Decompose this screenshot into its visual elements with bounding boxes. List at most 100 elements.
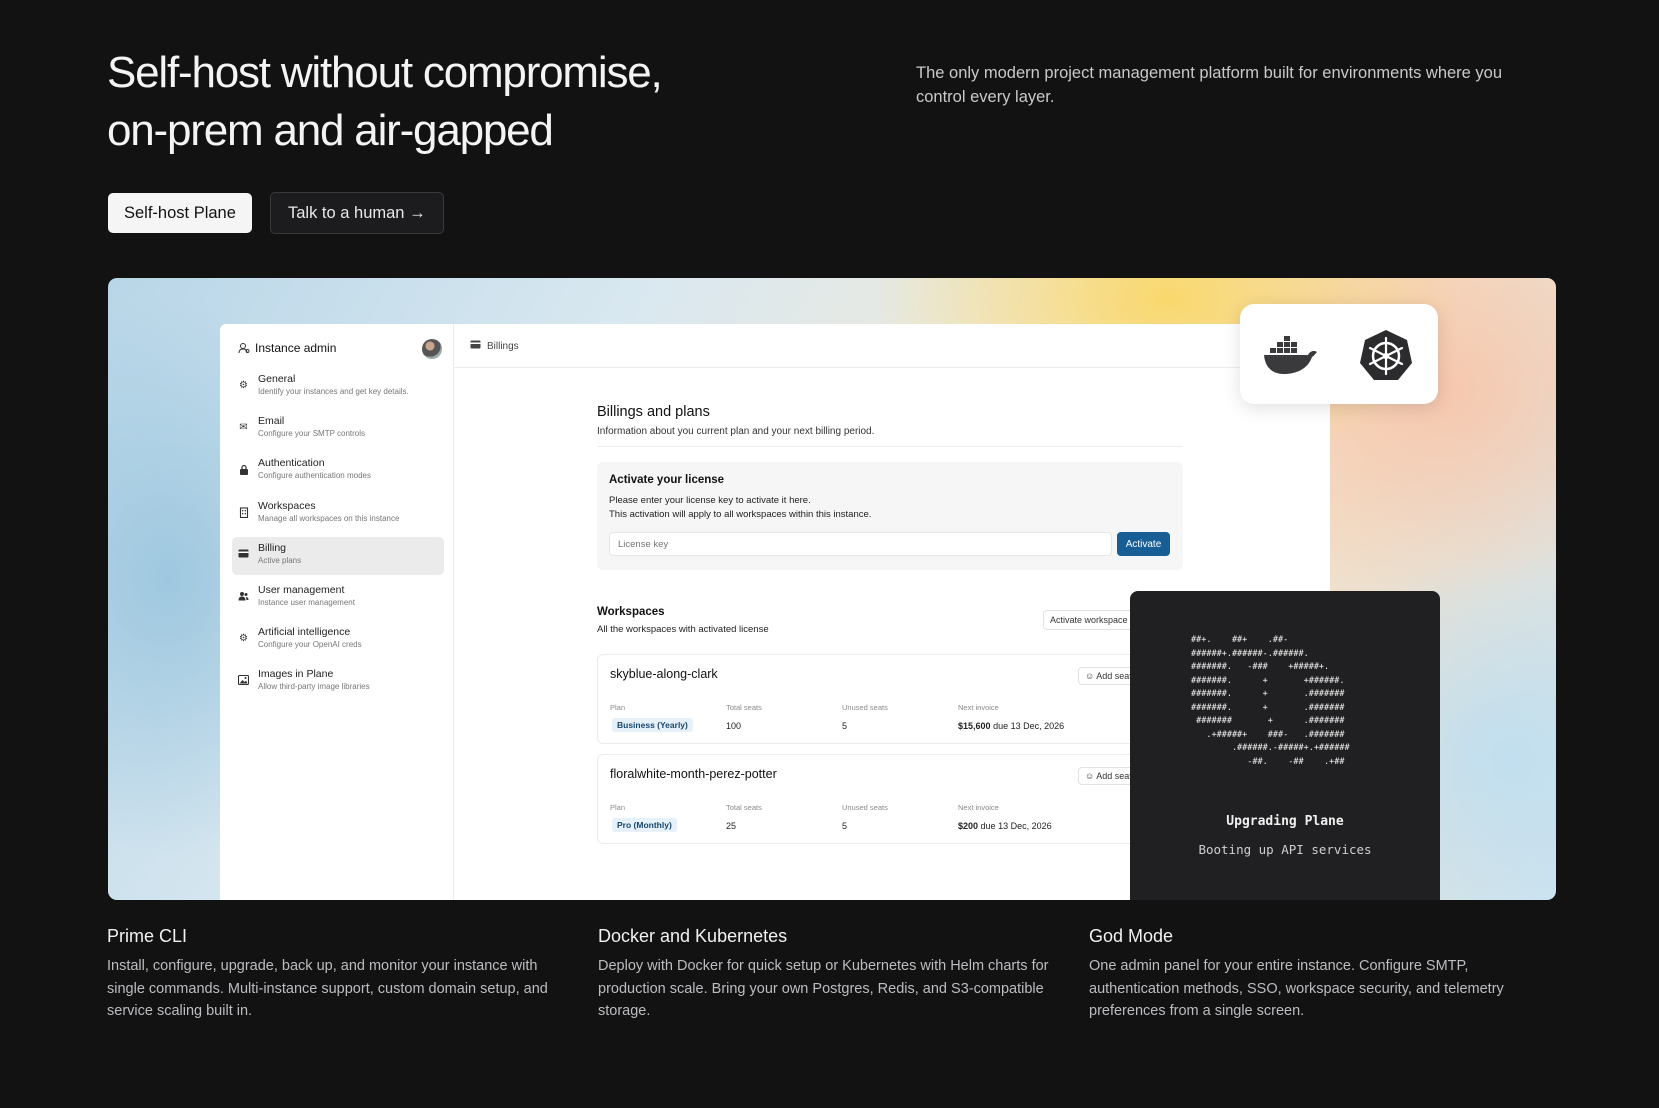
license-panel: Activate your license Please enter your …	[597, 462, 1183, 570]
plan-label: Plan	[610, 703, 626, 712]
page-subtitle: Information about you current plan and y…	[597, 426, 875, 437]
sidebar-item-label: Images in Plane	[258, 668, 334, 681]
sidebar-item-desc: Configure your SMTP controls	[258, 429, 366, 439]
next-invoice-label: Next invoice	[958, 803, 999, 812]
total-seats-value: 25	[726, 821, 737, 831]
topbar: Billings	[454, 324, 1330, 368]
sidebar-item-desc: Configure your OpenAI creds	[258, 640, 362, 650]
unused-seats-column: Unused seats 5	[842, 803, 888, 831]
plan-badge: Pro (Monthly)	[612, 818, 677, 832]
workspaces-title: Workspaces	[597, 606, 665, 618]
invoice-due-date: 13 Dec, 2026	[1010, 721, 1065, 731]
terminal-status: Booting up API services	[1198, 842, 1372, 857]
sidebar-item-workspaces[interactable]: Workspaces Manage all workspaces on this…	[232, 495, 444, 533]
sidebar-item-desc: Manage all workspaces on this instance	[258, 513, 400, 523]
hero-subtitle: The only modern project management platf…	[916, 64, 1503, 106]
hero-title-line2: on-prem and air-gapped	[107, 106, 554, 155]
invoice-amount: $15,600	[958, 721, 991, 731]
sidebar-item-label: Artificial intelligence	[258, 626, 351, 639]
sidebar-item-authentication[interactable]: Authentication Configure authentication …	[232, 452, 444, 490]
sidebar-item-label: Email	[258, 415, 285, 428]
feature-title: God Mode	[1089, 926, 1174, 946]
sidebar-item-artificial-intelligence[interactable]: ⚙ Artificial intelligence Configure your…	[232, 621, 444, 659]
image-icon	[237, 675, 250, 686]
workspace-card: floralwhite-month-perez-potter ☺ Add sea…	[597, 754, 1183, 844]
kubernetes-icon	[1360, 330, 1412, 380]
gear-icon: ⚙	[239, 633, 248, 645]
sidebar-item-desc: Active plans	[258, 555, 302, 565]
breadcrumb-label[interactable]: Billings	[487, 341, 519, 352]
plan-label: Plan	[610, 803, 626, 812]
admin-user-icon	[238, 343, 250, 354]
unused-seats-value: 5	[842, 721, 848, 731]
hero-title: Self-host without compromise, on-prem an…	[107, 44, 747, 160]
sidebar-header: Instance admin	[238, 341, 336, 355]
sidebar-item-billing[interactable]: Billing Active plans	[232, 536, 444, 575]
plan-column: Plan Business (Yearly)	[610, 703, 693, 732]
activate-workspace-button[interactable]: Activate workspace	[1043, 610, 1143, 630]
users-icon	[238, 591, 249, 602]
terminal-title: Upgrading Plane	[1226, 814, 1344, 829]
avatar[interactable]	[422, 339, 442, 359]
workspace-name: skyblue-along-clark	[610, 667, 718, 681]
activate-button[interactable]: Activate	[1117, 532, 1170, 556]
workspace-card: skyblue-along-clark ☺ Add seats Plan Bus…	[597, 654, 1183, 744]
total-seats-value: 100	[726, 721, 742, 731]
sidebar-nav: ⚙ General Identify your instances and ge…	[232, 368, 444, 706]
gear-icon: ⚙	[239, 380, 248, 391]
feature-docker-kubernetes: Docker and Kubernetes Deploy with Docker…	[598, 926, 1068, 1023]
upgrade-terminal: ##+. ##+ .##- ######+.######-.######. ##…	[1130, 591, 1440, 900]
talk-to-human-button[interactable]: Talk to a human →	[270, 192, 444, 234]
feature-title: Docker and Kubernetes	[598, 926, 788, 946]
sidebar-item-label: Authentication	[258, 457, 325, 470]
total-seats-label: Total seats	[726, 803, 762, 812]
user-plus-icon: ☺	[1085, 771, 1097, 781]
feature-description: Deploy with Docker for quick setup or Ku…	[598, 958, 1049, 1019]
workspaces-subtitle: All the workspaces with activated licens…	[597, 624, 769, 635]
sidebar-item-label: Workspaces	[258, 499, 316, 512]
card-icon	[470, 340, 481, 352]
total-seats-column: Total seats 25	[726, 803, 762, 831]
license-instructions: Please enter your license key to activat…	[609, 495, 811, 506]
sidebar-item-desc: Identify your instances and get key deta…	[258, 387, 409, 396]
license-title: Activate your license	[609, 474, 725, 486]
feature-description: Install, configure, upgrade, back up, an…	[107, 958, 548, 1019]
admin-sidebar: Instance admin ⚙ General Identify your i…	[220, 324, 454, 900]
feature-description: One admin panel for your entire instance…	[1089, 958, 1504, 1019]
invoice-amount: $200	[958, 821, 979, 831]
next-invoice-label: Next invoice	[958, 703, 999, 712]
sidebar-item-images[interactable]: Images in Plane Allow third-party image …	[232, 663, 444, 701]
plan-column: Plan Pro (Monthly)	[610, 803, 677, 832]
sidebar-item-desc: Configure authentication modes	[258, 471, 371, 481]
unused-seats-value: 5	[842, 821, 848, 831]
feature-title: Prime CLI	[107, 926, 188, 946]
feature-god-mode: God Mode One admin panel for your entire…	[1089, 926, 1559, 1023]
unused-seats-label: Unused seats	[842, 703, 888, 712]
sidebar-item-label: General	[258, 373, 296, 385]
hero-title-line1: Self-host without compromise,	[107, 48, 663, 97]
workspace-name: floralwhite-month-perez-potter	[610, 767, 777, 781]
lock-icon	[238, 464, 249, 476]
breadcrumb: Billings	[470, 340, 519, 352]
total-seats-column: Total seats 100	[726, 703, 762, 731]
sidebar-item-label: Billing	[258, 541, 287, 554]
mail-icon: ✉	[239, 422, 248, 434]
card-icon	[238, 549, 249, 560]
total-seats-label: Total seats	[726, 703, 762, 712]
sidebar-item-user-management[interactable]: User management Instance user management	[232, 579, 444, 617]
next-invoice-column: Next invoice $200 due 13 Dec, 2026	[958, 803, 1052, 831]
feature-prime-cli: Prime CLI Install, configure, upgrade, b…	[107, 926, 577, 1023]
sidebar-item-email[interactable]: ✉ Email Configure your SMTP controls	[232, 410, 444, 448]
due-prefix: due	[980, 821, 996, 831]
product-showcase: Instance admin ⚙ General Identify your i…	[108, 278, 1556, 900]
plane-ascii-logo: ##+. ##+ .##- ######+.######-.######. ##…	[1191, 635, 1350, 767]
license-note: This activation will apply to all worksp…	[609, 509, 872, 520]
sidebar-title: Instance admin	[255, 341, 337, 355]
plan-badge: Business (Yearly)	[612, 718, 693, 732]
sidebar-item-general[interactable]: ⚙ General Identify your instances and ge…	[232, 368, 444, 406]
sidebar-item-desc: Instance user management	[258, 597, 355, 607]
building-icon	[238, 507, 249, 518]
self-host-button[interactable]: Self-host Plane	[108, 193, 252, 233]
divider	[597, 446, 1183, 447]
license-key-input[interactable]	[609, 532, 1112, 556]
